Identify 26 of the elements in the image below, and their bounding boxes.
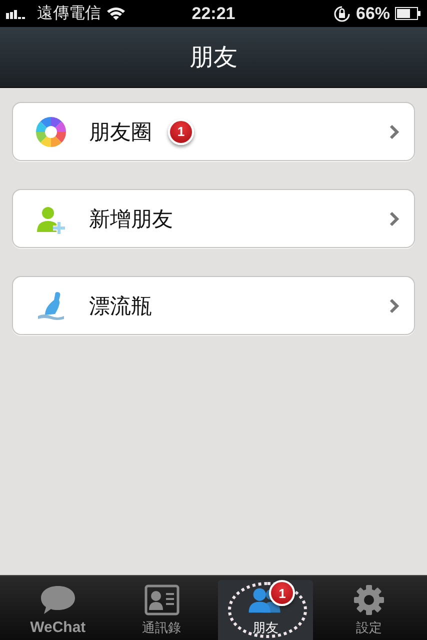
tab[interactable]: 朋友 1: [218, 580, 314, 640]
menu-row[interactable]: 朋友圈 1: [12, 102, 415, 161]
notification-badge: 1: [168, 118, 194, 144]
menu-row[interactable]: 新增朋友: [12, 189, 415, 248]
battery-percent: 66%: [356, 4, 390, 24]
chevron-icon: [388, 210, 400, 226]
contact-card-icon: [144, 584, 180, 616]
chevron-icon: [388, 298, 400, 314]
rotation-lock-icon: [332, 4, 351, 22]
carrier-name: 遠傳電信: [37, 3, 101, 24]
tab[interactable]: 設定: [321, 580, 417, 640]
page-title: 朋友: [190, 42, 238, 73]
menu-label: 漂流瓶: [89, 292, 152, 320]
bottle-icon: [35, 290, 67, 322]
menu-label: 朋友圈: [89, 118, 152, 146]
menu-label: 新增朋友: [89, 206, 173, 232]
tab[interactable]: WeChat: [10, 580, 106, 640]
battery-icon: [395, 7, 422, 20]
tab[interactable]: 通訊錄: [114, 580, 210, 640]
aperture-icon: [35, 116, 67, 148]
notification-badge: 1: [269, 580, 296, 606]
speech-bubble-icon: [40, 584, 76, 616]
clock: 22:21: [192, 4, 236, 24]
menu-row[interactable]: 漂流瓶: [12, 276, 415, 335]
chevron-icon: [388, 124, 400, 140]
wifi-icon: [106, 6, 126, 21]
